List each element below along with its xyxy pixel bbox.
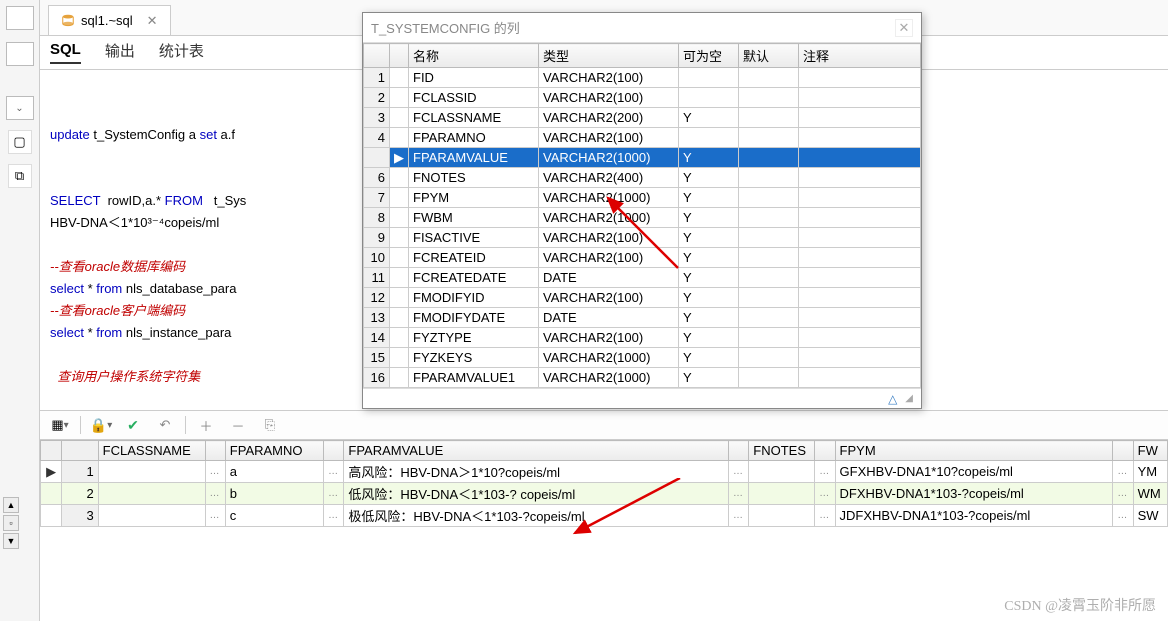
- grid-options-button[interactable]: ▦▾: [48, 414, 72, 436]
- left-square-1[interactable]: [6, 6, 34, 30]
- nav-dot-button[interactable]: ▫: [3, 515, 19, 531]
- table-row[interactable]: ▶1…a…高风险：HBV-DNA＞1*10?copeis/ml……GFXHBV-…: [41, 461, 1168, 483]
- resize-handle[interactable]: ◢: [905, 393, 913, 404]
- result-toolbar: ▦▾ 🔒▾ ✔ ↶ ＋ － ⎘: [40, 410, 1168, 440]
- minus-icon: －: [231, 416, 244, 435]
- table-row[interactable]: 13FMODIFYDATEDATEY: [364, 308, 921, 328]
- panel-title: T_SYSTEMCONFIG 的列: [371, 18, 520, 37]
- left-tool-2[interactable]: ⧉: [8, 164, 32, 188]
- left-square-2[interactable]: [6, 42, 34, 66]
- watermark: CSDN @凌霄玉阶非所愿: [1004, 595, 1156, 615]
- nav-down-button[interactable]: ▼: [3, 533, 19, 549]
- plus-icon: ＋: [199, 416, 212, 435]
- table-row[interactable]: 8FWBMVARCHAR2(1000)Y: [364, 208, 921, 228]
- lock-button[interactable]: 🔒▾: [89, 414, 113, 436]
- file-tab[interactable]: sql1.~sql ✕: [48, 5, 171, 35]
- table-row[interactable]: 9FISACTIVEVARCHAR2(100)Y: [364, 228, 921, 248]
- vertical-nav: ▲ ▫ ▼: [2, 496, 20, 550]
- columns-panel[interactable]: T_SYSTEMCONFIG 的列 ✕ 名称类型可为空默认注释 1FIDVARC…: [362, 12, 922, 409]
- check-icon: ✔: [127, 417, 139, 434]
- table-row[interactable]: 10FCREATEIDVARCHAR2(100)Y: [364, 248, 921, 268]
- table-row[interactable]: 2…b…低风险：HBV-DNA＜1*103-? copeis/ml……DFXHB…: [41, 483, 1168, 505]
- table-row[interactable]: 1FIDVARCHAR2(100): [364, 68, 921, 88]
- copy-row-button[interactable]: ⎘: [258, 414, 282, 436]
- database-icon: [61, 14, 75, 28]
- subtab-sql[interactable]: SQL: [50, 41, 81, 64]
- table-row[interactable]: 3…c…极低风险：HBV-DNA＜1*103-?copeis/ml……JDFXH…: [41, 505, 1168, 527]
- add-row-button[interactable]: ＋: [194, 414, 218, 436]
- table-row[interactable]: 7FPYMVARCHAR2(1000)Y: [364, 188, 921, 208]
- commit-button[interactable]: ✔: [121, 414, 145, 436]
- table-row[interactable]: 3FCLASSNAMEVARCHAR2(200)Y: [364, 108, 921, 128]
- result-grid[interactable]: FCLASSNAMEFPARAMNOFPARAMVALUEFNOTESFPYMF…: [40, 440, 1168, 621]
- subtab-stats[interactable]: 统计表: [159, 40, 204, 65]
- delete-row-button[interactable]: －: [226, 414, 250, 436]
- table-row[interactable]: 2FCLASSIDVARCHAR2(100): [364, 88, 921, 108]
- triangle-icon: △: [888, 392, 897, 406]
- chevron-down-icon: ⌄: [15, 103, 23, 114]
- copy-icon: ⧉: [15, 168, 24, 184]
- panel-close-button[interactable]: ✕: [895, 19, 913, 37]
- table-row[interactable]: 4FPARAMNOVARCHAR2(100): [364, 128, 921, 148]
- table-row[interactable]: 11FCREATEDATEDATEY: [364, 268, 921, 288]
- close-icon: ✕: [899, 20, 910, 36]
- columns-table[interactable]: 名称类型可为空默认注释 1FIDVARCHAR2(100)2FCLASSIDVA…: [363, 43, 921, 388]
- table-row[interactable]: 12FMODIFYIDVARCHAR2(100)Y: [364, 288, 921, 308]
- undo-icon: ↶: [160, 417, 171, 433]
- tab-label: sql1.~sql: [81, 13, 133, 28]
- close-icon[interactable]: ✕: [147, 13, 158, 29]
- copy-row-icon: ⎘: [265, 417, 275, 433]
- table-row[interactable]: ▶FPARAMVALUEVARCHAR2(1000)Y: [364, 148, 921, 168]
- table-row[interactable]: 6FNOTESVARCHAR2(400)Y: [364, 168, 921, 188]
- table-row[interactable]: 14FYZTYPEVARCHAR2(100)Y: [364, 328, 921, 348]
- table-row[interactable]: 16FPARAMVALUE1VARCHAR2(1000)Y: [364, 368, 921, 388]
- lock-icon: 🔒: [90, 417, 107, 434]
- left-tool-1[interactable]: ▢: [8, 130, 32, 154]
- square-icon: ▢: [13, 134, 25, 150]
- rollback-button[interactable]: ↶: [153, 414, 177, 436]
- table-row[interactable]: 15FYZKEYSVARCHAR2(1000)Y: [364, 348, 921, 368]
- nav-up-button[interactable]: ▲: [3, 497, 19, 513]
- subtab-output[interactable]: 输出: [105, 40, 135, 65]
- left-dropdown[interactable]: ⌄: [6, 96, 34, 120]
